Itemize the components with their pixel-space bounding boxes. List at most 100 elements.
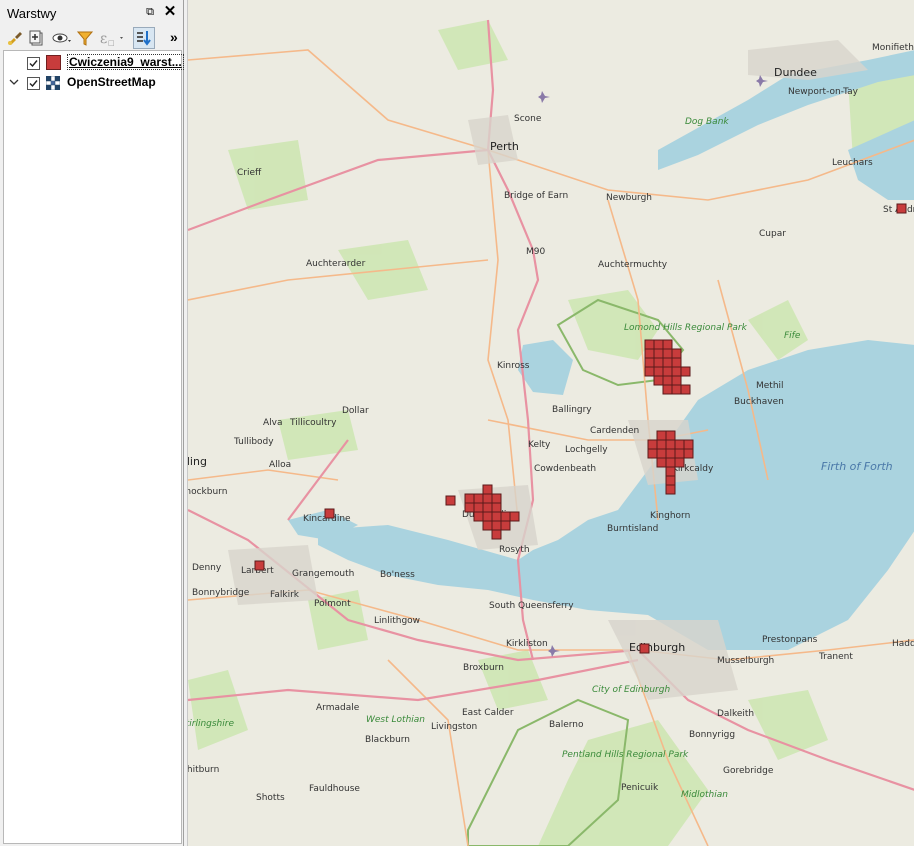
place-label: Kelty xyxy=(528,440,551,450)
feature-cell xyxy=(665,475,676,486)
feature-cell xyxy=(644,339,655,350)
float-panel-icon[interactable]: ⧉ xyxy=(144,5,156,19)
layer-row-openstreetmap[interactable]: OpenStreetMap xyxy=(4,73,181,93)
place-label: Ballingry xyxy=(552,405,592,415)
place-label: Tranent xyxy=(818,652,853,662)
feature-cell xyxy=(482,511,493,522)
layer-name: OpenStreetMap xyxy=(67,75,156,89)
feature-cell xyxy=(656,448,667,459)
place-label: Midlothian xyxy=(681,790,728,800)
layer-visibility-checkbox[interactable] xyxy=(27,57,40,70)
visibility-eye-icon[interactable] xyxy=(51,28,71,48)
place-label: Penicuik xyxy=(621,783,659,793)
panel-title: Warstwy xyxy=(7,6,57,21)
layer-row-cwiczenia9[interactable]: Cwiczenia9_warst... xyxy=(4,53,184,73)
add-group-icon[interactable] xyxy=(27,28,47,48)
place-label: Armadale xyxy=(316,703,360,713)
park-label: Lomond Hills Regional Park xyxy=(624,323,748,333)
feature-cell xyxy=(482,502,493,513)
place-label: Auchtermuchty xyxy=(598,260,668,270)
place-label: Kinross xyxy=(497,361,530,371)
expression-filter-icon[interactable]: ε □ xyxy=(98,28,123,48)
place-label: Stirlingshire xyxy=(188,719,234,729)
close-icon[interactable]: ✕ xyxy=(163,4,177,20)
feature-cell xyxy=(445,495,456,506)
place-label: Monifieth xyxy=(872,43,914,53)
place-label: Dundee xyxy=(774,66,817,79)
feature-cell xyxy=(639,643,650,654)
layers-toolbar: ε □ » xyxy=(0,26,184,50)
place-label: Livingston xyxy=(431,722,477,732)
feature-cell xyxy=(482,493,493,504)
feature-cell xyxy=(683,439,694,450)
layer-name: Cwiczenia9_warst... xyxy=(67,54,184,70)
place-label: Bannockburn xyxy=(188,487,227,497)
feature-cell xyxy=(896,203,907,214)
expand-all-icon[interactable] xyxy=(133,27,155,49)
feature-cell xyxy=(671,384,682,395)
raster-layer-icon xyxy=(45,75,61,91)
feature-cell xyxy=(662,348,673,359)
place-label: Haddington xyxy=(892,639,914,649)
map-canvas[interactable]: Monifieth Dundee Newport-on-Tay Scone Pe… xyxy=(187,0,914,846)
feature-cell xyxy=(482,484,493,495)
place-label: Bo'ness xyxy=(380,570,415,580)
feature-cell xyxy=(500,511,511,522)
place-label: Crieff xyxy=(237,168,262,178)
more-tools-button[interactable]: » xyxy=(170,29,178,45)
feature-cell xyxy=(644,357,655,368)
style-brush-icon[interactable] xyxy=(5,28,25,48)
place-label: Shotts xyxy=(256,793,285,803)
feature-cell xyxy=(491,493,502,504)
svg-text:□: □ xyxy=(108,39,115,47)
place-label: Tillicoultry xyxy=(289,418,337,428)
feature-cell xyxy=(674,448,685,459)
filter-icon[interactable] xyxy=(75,28,95,48)
place-label: Cupar xyxy=(759,229,786,239)
place-label: Bonnybridge xyxy=(192,588,250,598)
feature-cell xyxy=(671,366,682,377)
layer-visibility-checkbox[interactable] xyxy=(27,77,40,90)
chevron-down-icon[interactable] xyxy=(9,76,19,86)
feature-cell xyxy=(671,375,682,386)
osm-basemap: Monifieth Dundee Newport-on-Tay Scone Pe… xyxy=(188,0,914,846)
feature-cell xyxy=(665,484,676,495)
feature-cell xyxy=(491,529,502,540)
place-label: Grangemouth xyxy=(292,569,354,579)
place-label: Falkirk xyxy=(270,590,300,600)
place-label: Alva xyxy=(263,418,283,428)
feature-cell xyxy=(653,366,664,377)
place-label: Edinburgh xyxy=(629,641,685,654)
layer-tree: Cwiczenia9_warst... OpenStreetMap xyxy=(3,50,184,844)
place-label: Prestonpans xyxy=(762,635,818,645)
place-label: Cowdenbeath xyxy=(534,464,596,474)
feature-cell xyxy=(665,430,676,441)
place-label: Kinghorn xyxy=(650,511,690,521)
feature-cell xyxy=(656,439,667,450)
feature-cell xyxy=(653,348,664,359)
place-label: Denny xyxy=(192,563,222,573)
feature-cell xyxy=(674,457,685,468)
feature-cell xyxy=(473,502,484,513)
place-label: West Lothian xyxy=(366,715,425,725)
feature-cell xyxy=(680,366,691,377)
feature-cell xyxy=(254,560,265,571)
feature-cell xyxy=(671,357,682,368)
place-label: Kirkliston xyxy=(506,639,548,649)
feature-cell xyxy=(644,366,655,377)
place-label: Rosyth xyxy=(499,545,530,555)
place-label: Polmont xyxy=(314,599,351,609)
feature-cell xyxy=(500,520,511,531)
road-shield: M90 xyxy=(526,247,545,257)
place-label: Scone xyxy=(514,114,542,124)
place-label: Musselburgh xyxy=(717,656,774,666)
place-label: Gorebridge xyxy=(723,766,774,776)
feature-cell xyxy=(647,448,658,459)
place-label: Fife xyxy=(784,331,801,341)
place-label: Newport-on-Tay xyxy=(788,87,859,97)
feature-cell xyxy=(324,508,335,519)
place-label: Leuchars xyxy=(832,158,873,168)
feature-cell xyxy=(482,520,493,531)
feature-cell xyxy=(491,511,502,522)
place-label: Linlithgow xyxy=(374,616,420,626)
